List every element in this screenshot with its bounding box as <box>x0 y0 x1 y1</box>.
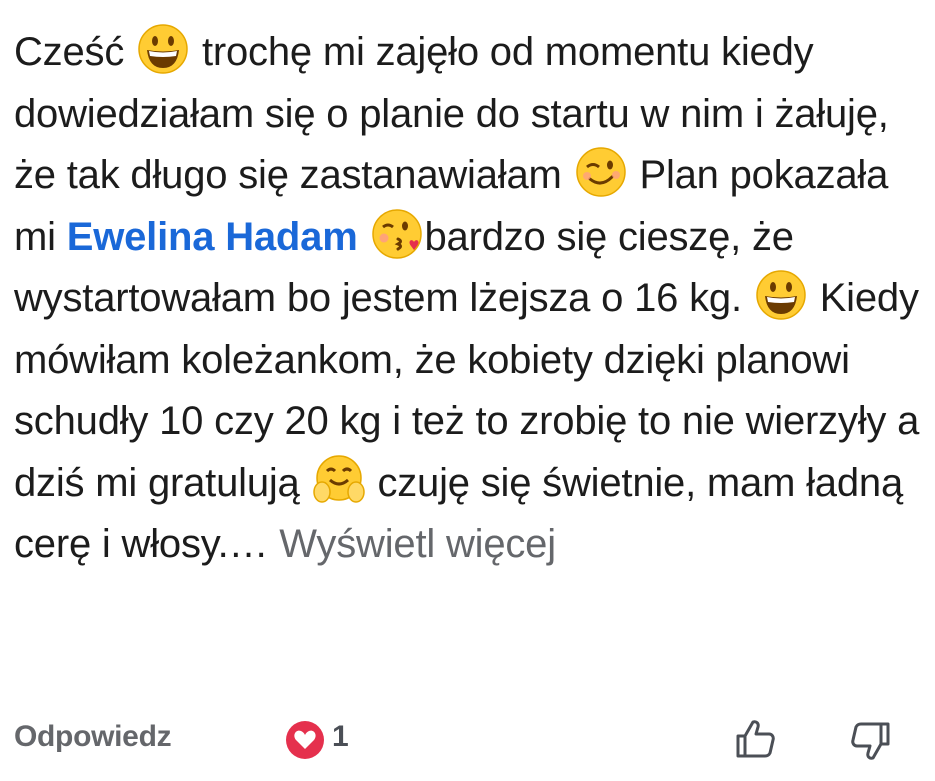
thumbs-up-icon[interactable] <box>732 716 778 762</box>
thumbs-down-icon[interactable] <box>848 718 894 764</box>
grinning-face-emoji-icon <box>756 270 806 320</box>
winking-face-emoji-icon <box>575 147 626 197</box>
comment-text-part: Cześć <box>14 30 136 74</box>
comment-text-part <box>358 215 369 259</box>
comment-actions-bar: Odpowiedz 1 <box>0 712 935 768</box>
comment-text: Cześć trochę mi zajęło od momentu kiedy … <box>14 22 924 576</box>
reaction-count[interactable]: 1 <box>332 720 349 754</box>
face-blowing-kiss-emoji-icon <box>371 208 422 259</box>
love-reaction-icon[interactable] <box>285 720 325 760</box>
grinning-face-emoji-icon <box>138 24 188 74</box>
mention-link[interactable]: Ewelina Hadam <box>67 215 358 259</box>
reply-button[interactable]: Odpowiedz <box>14 720 172 754</box>
hugging-face-emoji-icon <box>312 454 365 503</box>
see-more-link[interactable]: Wyświetl więcej <box>279 522 556 566</box>
